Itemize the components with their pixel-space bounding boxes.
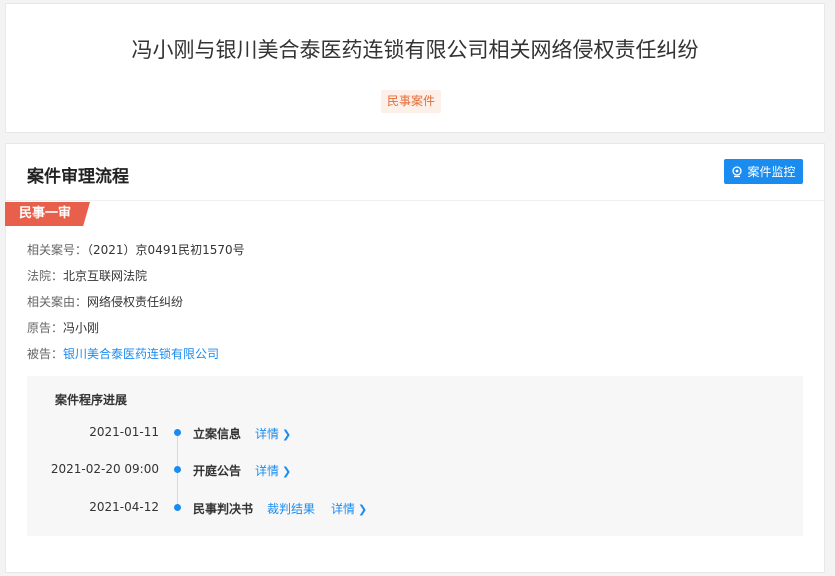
trial-process-card: 案件审理流程 案件监控 民事一审 相关案号：（2021）京0491民初1570号… bbox=[5, 143, 825, 573]
plaintiff-value: 冯小刚 bbox=[63, 321, 100, 335]
court-row: 法院：北京互联网法院 bbox=[27, 267, 147, 284]
detail-link[interactable]: 详情 ❯ bbox=[255, 425, 291, 442]
plaintiff-label: 原告： bbox=[27, 321, 64, 335]
detail-link-label: 详情 bbox=[255, 464, 280, 478]
plaintiff-row: 原告：冯小刚 bbox=[27, 319, 99, 336]
detail-link-label: 详情 bbox=[331, 502, 356, 516]
detail-link-label: 详情 bbox=[255, 427, 280, 441]
cause-label: 相关案由： bbox=[27, 295, 88, 309]
cause-row: 相关案由：网络侵权责任纠纷 bbox=[27, 293, 183, 310]
case-number-row: 相关案号：（2021）京0491民初1570号 bbox=[27, 241, 245, 258]
defendant-label: 被告： bbox=[27, 347, 64, 361]
court-value: 北京互联网法院 bbox=[63, 269, 148, 283]
location-pin-icon bbox=[732, 165, 743, 177]
court-label: 法院： bbox=[27, 269, 64, 283]
detail-link[interactable]: 详情 ❯ bbox=[331, 500, 367, 517]
cause-value: 网络侵权责任纠纷 bbox=[87, 295, 184, 309]
stage-badge: 民事一审 bbox=[5, 202, 90, 226]
defendant-link[interactable]: 银川美合泰医药连锁有限公司 bbox=[63, 347, 219, 361]
timeline-event: 立案信息 bbox=[193, 427, 242, 441]
chevron-right-icon: ❯ bbox=[282, 465, 292, 478]
progress-title: 案件程序进展 bbox=[55, 393, 128, 407]
page-title: 冯小刚与银川美合泰医药连锁有限公司相关网络侵权责任纠纷 bbox=[131, 38, 699, 62]
case-number-label: 相关案号： bbox=[27, 243, 88, 257]
timeline-dot bbox=[174, 504, 181, 511]
timeline-item: 2021-01-11 立案信息 详情 ❯ bbox=[27, 423, 803, 443]
detail-link[interactable]: 详情 ❯ bbox=[255, 462, 291, 479]
case-header-card: 冯小刚与银川美合泰医药连锁有限公司相关网络侵权责任纠纷 民事案件 bbox=[5, 3, 825, 133]
chevron-right-icon: ❯ bbox=[358, 503, 368, 516]
timeline-item: 2021-02-20 09:00 开庭公告 详情 ❯ bbox=[27, 460, 803, 480]
case-progress-panel: 案件程序进展 2021-01-11 立案信息 详情 ❯ 2021-02-20 09… bbox=[27, 376, 803, 536]
timeline-date: 2021-01-11 bbox=[89, 425, 159, 439]
case-type-badge: 民事案件 bbox=[381, 90, 442, 113]
timeline-date: 2021-04-12 bbox=[89, 500, 159, 514]
chevron-right-icon: ❯ bbox=[282, 428, 292, 441]
timeline-date: 2021-02-20 09:00 bbox=[50, 462, 159, 476]
defendant-row: 被告：银川美合泰医药连锁有限公司 bbox=[27, 345, 219, 362]
timeline-item: 2021-04-12 民事判决书 裁判结果 详情 ❯ bbox=[27, 498, 803, 518]
timeline-dot bbox=[174, 466, 181, 473]
case-monitor-button[interactable]: 案件监控 bbox=[724, 159, 803, 184]
section-header: 案件审理流程 案件监控 bbox=[6, 144, 824, 201]
section-title: 案件审理流程 bbox=[27, 167, 129, 187]
judgment-result-link[interactable]: 裁判结果 bbox=[267, 500, 315, 517]
case-number-value: （2021）京0491民初1570号 bbox=[87, 243, 245, 257]
timeline-event: 民事判决书 bbox=[193, 502, 254, 516]
case-monitor-label: 案件监控 bbox=[747, 165, 796, 179]
timeline-dot bbox=[174, 429, 181, 436]
timeline-event: 开庭公告 bbox=[193, 464, 242, 478]
